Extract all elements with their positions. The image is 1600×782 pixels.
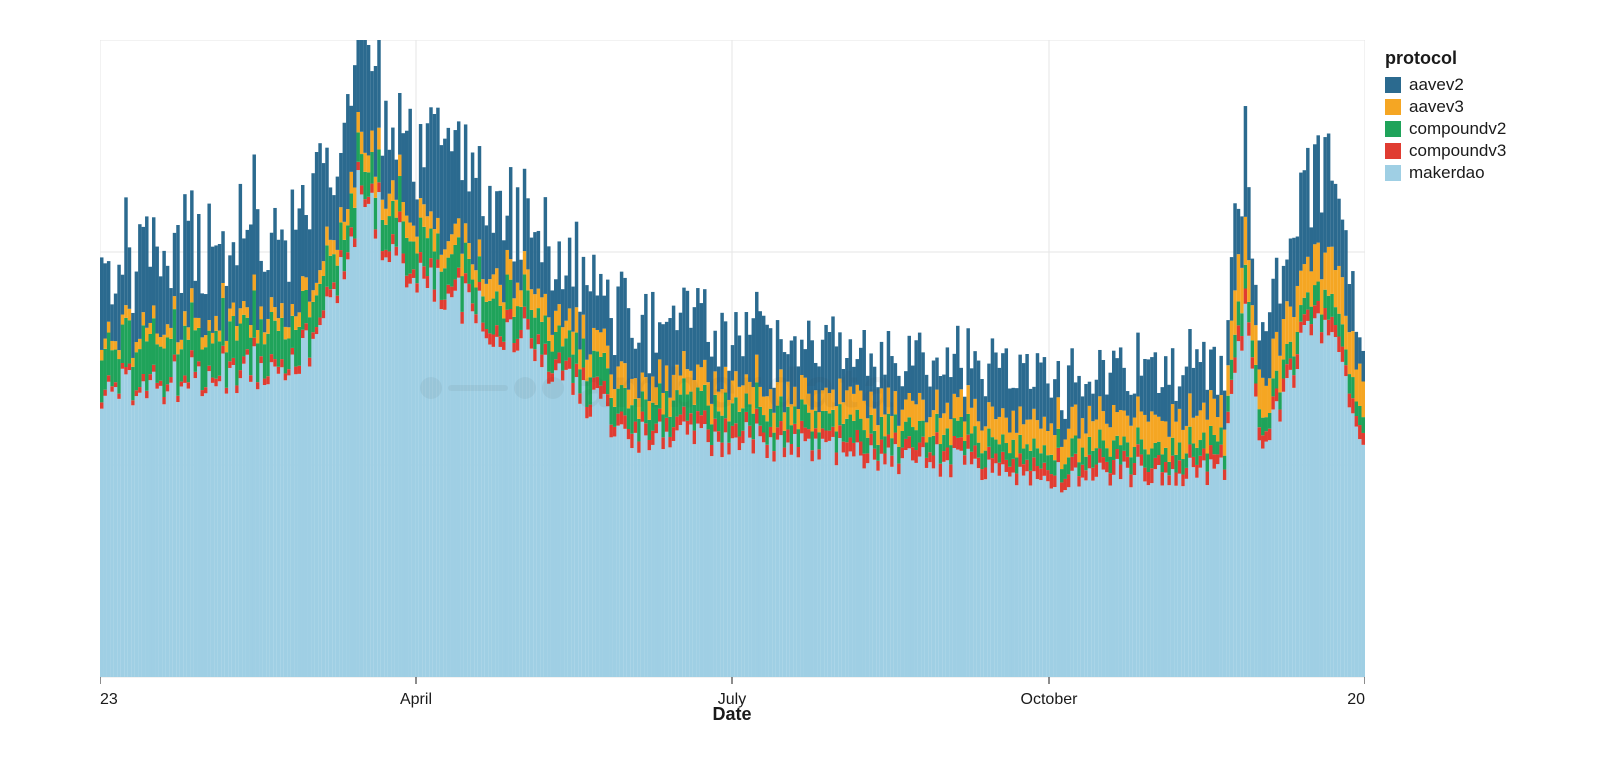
swatch-aavev2 [1385, 77, 1401, 93]
swatch-aavev3 [1385, 99, 1401, 115]
swatch-compoundv2 [1385, 121, 1401, 137]
legend-item-aavev2: aavev2 [1385, 75, 1506, 95]
x-axis: 2023 April July October 2024 Date [100, 677, 1365, 720]
x-tick-2023: 2023 [100, 691, 118, 708]
x-axis-title: Date [712, 704, 751, 720]
x-tick-october: October [1021, 691, 1079, 708]
legend-item-aavev3: aavev3 [1385, 97, 1506, 117]
swatch-makerdao [1385, 165, 1401, 181]
x-tick-april: April [400, 691, 432, 708]
swatch-compoundv3 [1385, 143, 1401, 159]
legend-title: protocol [1385, 48, 1506, 69]
x-tick-2024: 2024 [1347, 691, 1365, 708]
legend-item-compoundv3: compoundv3 [1385, 141, 1506, 161]
legend-item-makerdao: makerdao [1385, 163, 1506, 183]
legend: protocol aavev2 aavev3 compoundv2 compou… [1385, 48, 1506, 185]
legend-item-compoundv2: compoundv2 [1385, 119, 1506, 139]
stacked-bar-chart: 0 5B 10B 15B TVL (USD) 2023 April July O… [100, 40, 1365, 720]
